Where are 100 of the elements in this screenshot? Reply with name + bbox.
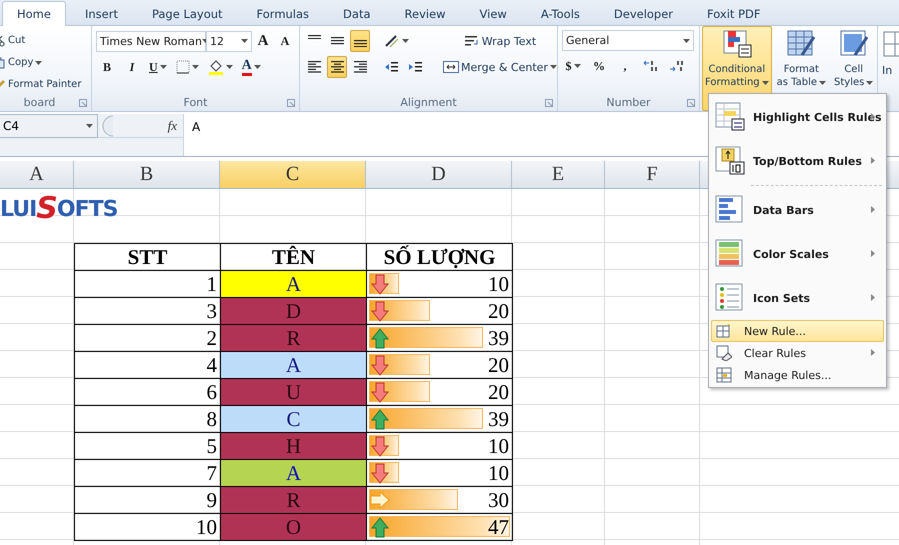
caret-icon — [254, 65, 261, 69]
font-size-field[interactable]: 12 — [206, 30, 252, 52]
column-header[interactable]: A — [0, 161, 74, 188]
menu-item[interactable]: Top/Bottom Rules — [711, 139, 884, 183]
table-cell: R — [220, 486, 367, 514]
column-header[interactable]: E — [512, 161, 605, 188]
managerules-icon — [716, 367, 732, 383]
menu-item[interactable]: Data Bars — [711, 188, 884, 232]
clipboard-button[interactable]: Cut — [0, 30, 28, 51]
ribbon-tab[interactable]: A-Tools — [526, 3, 595, 25]
styles-button[interactable]: Cell Styles — [831, 26, 876, 111]
font-name-field[interactable]: Times New Roman — [96, 30, 206, 52]
submenu-arrow-icon — [871, 349, 875, 356]
ribbon-tab[interactable]: Foxit PDF — [692, 3, 776, 25]
align-left-icon — [308, 61, 320, 73]
caret-icon — [550, 65, 557, 69]
highlight-icon — [715, 102, 745, 132]
align-button[interactable] — [327, 56, 347, 78]
caret-icon — [160, 65, 167, 69]
table-cell: 30 — [488, 488, 509, 512]
insert-cells-icon — [882, 30, 899, 58]
ribbon-tab[interactable]: Home — [2, 1, 66, 26]
ribbon-tab[interactable]: View — [464, 3, 522, 25]
column-header[interactable]: F — [605, 161, 700, 188]
databars-icon — [715, 195, 745, 225]
ribbon-tab[interactable]: Formulas — [242, 3, 324, 25]
menu-item[interactable]: New Rule... — [711, 320, 884, 342]
menu-item[interactable]: Manage Rules... — [711, 364, 884, 386]
wrap-text-icon — [464, 34, 480, 48]
newrule-icon — [716, 323, 732, 339]
down-arrow-icon — [370, 274, 390, 294]
comma-button[interactable]: , — [614, 55, 636, 77]
underline-button[interactable]: U — [146, 56, 170, 78]
table-cell: 39 — [488, 406, 509, 432]
group-label: Number — [606, 96, 651, 109]
caret-icon — [819, 80, 826, 84]
shrink-font-button[interactable]: A — [274, 30, 296, 52]
bold-button[interactable]: B — [96, 56, 118, 78]
italic-button[interactable]: I — [121, 56, 143, 78]
indent-left-icon — [384, 60, 399, 74]
table-cell: 47 — [488, 514, 509, 540]
currency-button[interactable]: $ — [562, 55, 584, 77]
dialog-launcher-icon — [545, 99, 553, 107]
caret-icon — [192, 65, 199, 69]
name-box-field[interactable]: C4 — [0, 114, 98, 138]
dialog-launcher-icon — [687, 99, 695, 107]
colorscales-icon — [715, 239, 745, 269]
insert-function-button[interactable]: fx — [168, 118, 177, 134]
table-cell: 20 — [488, 298, 509, 324]
caret-icon — [762, 80, 769, 84]
table-cell: 39 — [488, 326, 509, 350]
table-cell: 10 — [488, 460, 509, 486]
number-format-field[interactable]: General — [562, 30, 694, 51]
paint-bucket-icon — [208, 59, 224, 75]
styles-button[interactable]: Format as Table — [774, 26, 830, 111]
table-cell: 10 — [488, 434, 509, 458]
column-header[interactable]: D — [366, 161, 512, 188]
align-middle-icon — [330, 37, 344, 45]
clearrules-icon — [716, 345, 732, 361]
align-button[interactable] — [350, 30, 370, 52]
caret-icon — [683, 38, 690, 42]
align-bottom-icon — [354, 40, 366, 47]
menu-item[interactable]: Clear Rules — [711, 342, 884, 364]
ribbon-tab[interactable]: Review — [390, 3, 461, 25]
font-color-button[interactable]: A — [238, 56, 264, 78]
down-arrow-icon — [370, 382, 390, 402]
submenu-arrow-icon — [871, 113, 875, 120]
right-arrow-icon — [370, 490, 390, 510]
ribbon-tab[interactable]: Insert — [70, 3, 133, 25]
ribbon-tab[interactable]: Developer — [598, 3, 688, 25]
clipboard-button[interactable]: Copy — [0, 52, 44, 73]
ribbon-tab[interactable]: Page Layout — [136, 3, 238, 25]
percent-button[interactable]: % — [588, 55, 610, 77]
clipboard-button[interactable]: Format Painter — [0, 74, 84, 95]
table-cell: 20 — [488, 380, 509, 404]
grow-font-button[interactable]: A — [252, 30, 274, 52]
caret-icon — [402, 39, 409, 43]
menu-item[interactable]: Icon Sets — [711, 276, 884, 320]
dialog-launcher-icon — [79, 99, 87, 107]
caret-icon — [86, 124, 93, 128]
column-header[interactable]: C — [220, 161, 366, 188]
caret-icon — [866, 80, 874, 84]
wrap-text-button[interactable]: Wrap Text — [440, 30, 560, 52]
merge-center-button[interactable]: Merge & Center — [440, 56, 560, 78]
up-arrow-icon — [370, 328, 390, 348]
caret-icon — [241, 39, 248, 43]
align-center-icon — [330, 61, 344, 73]
ribbon-tab[interactable]: Data — [328, 3, 386, 25]
menu-item[interactable]: Color Scales — [711, 232, 884, 276]
border-icon — [176, 60, 190, 74]
table-cell: A — [220, 351, 367, 379]
caret-icon — [226, 65, 233, 69]
format-table-icon — [786, 29, 816, 59]
caret-icon — [35, 60, 42, 64]
cell-styles-icon — [838, 29, 869, 59]
insert-button[interactable]: In — [882, 64, 892, 77]
down-arrow-icon — [370, 436, 390, 456]
formula-field[interactable]: A — [184, 114, 702, 156]
group-label: board — [24, 96, 56, 109]
table-cell: 10 — [74, 513, 221, 541]
